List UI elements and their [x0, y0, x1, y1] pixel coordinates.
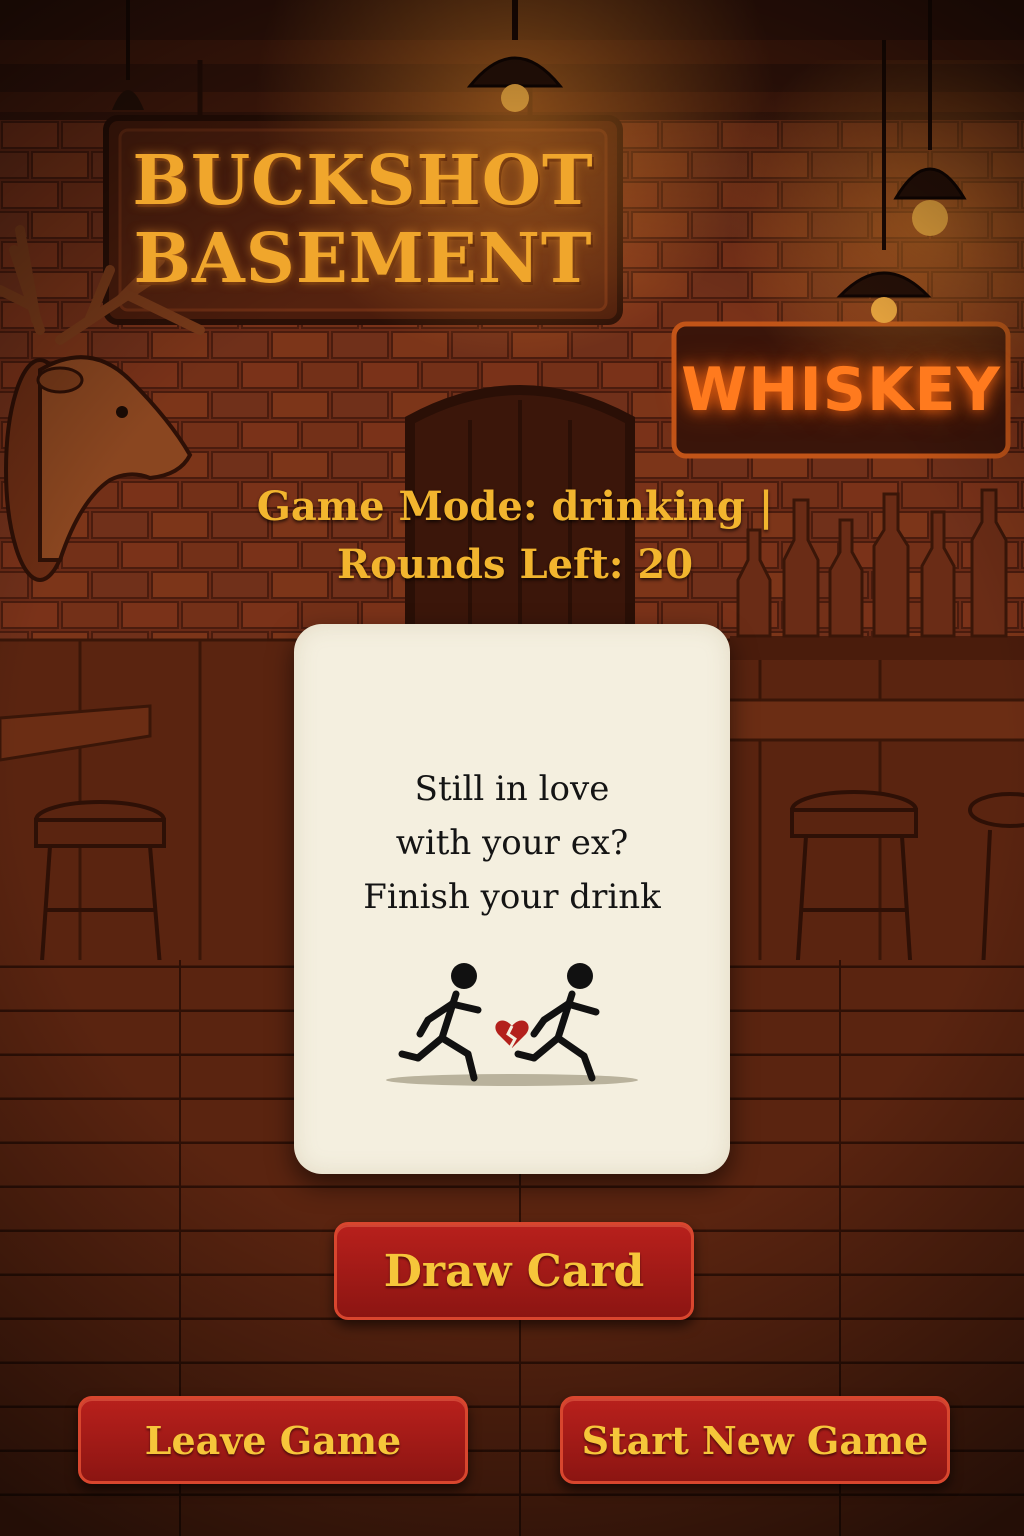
card-line-3: Finish your drink — [363, 877, 661, 917]
running-figures-broken-heart-icon — [386, 963, 638, 1086]
leave-game-button[interactable]: Leave Game — [78, 1396, 468, 1484]
title-line-1: BUCKSHOT — [132, 141, 594, 221]
draw-card-button[interactable]: Draw Card — [334, 1222, 694, 1320]
start-new-game-button[interactable]: Start New Game — [560, 1396, 950, 1484]
card-line-1: Still in love — [414, 769, 610, 809]
rounds-left-text: Rounds Left: 20 — [336, 541, 694, 588]
game-screen: BUCKSHOT BASEMENT WHISKEY Game Mode: dri… — [0, 0, 1024, 1536]
whiskey-neon-sign: WHISKEY — [681, 355, 1001, 425]
card-prompt: Still in love with your ex? Finish your … — [294, 762, 730, 924]
bar-title-sign: BUCKSHOT BASEMENT — [118, 128, 608, 312]
card-line-2: with your ex? — [395, 823, 629, 863]
current-card: Still in love with your ex? Finish your … — [294, 624, 730, 1174]
title-line-2: BASEMENT — [133, 219, 593, 299]
game-mode-text: Game Mode: drinking | — [256, 483, 774, 530]
game-status: Game Mode: drinking | Rounds Left: 20 — [200, 478, 830, 594]
